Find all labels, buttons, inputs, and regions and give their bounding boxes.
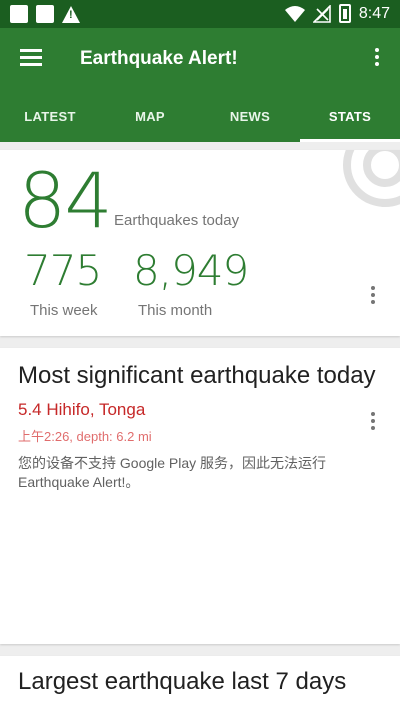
quake-more-icon[interactable] xyxy=(368,412,378,434)
largest-card: Largest earthquake last 7 days xyxy=(0,656,400,711)
play-services-notice: 您的设备不支持 Google Play 服务，因此无法运行 Earthquake… xyxy=(18,455,327,490)
battery-icon xyxy=(338,4,351,23)
status-bar: 8:47 xyxy=(0,0,400,28)
tab-bar: LATEST MAP NEWS STATS xyxy=(0,90,400,142)
status-time: 8:47 xyxy=(358,4,390,22)
tab-map[interactable]: MAP xyxy=(100,90,200,142)
wifi-icon xyxy=(284,5,305,22)
today-label: Earthquakes today xyxy=(114,212,240,229)
stats-more-icon[interactable] xyxy=(368,286,378,308)
today-count: 84 xyxy=(18,156,113,245)
warning-icon xyxy=(62,5,80,23)
tab-news[interactable]: NEWS xyxy=(200,90,300,142)
status-right: 8:47 xyxy=(284,4,390,23)
significant-title: Most significant earthquake today xyxy=(18,362,376,389)
more-vert-icon[interactable] xyxy=(372,48,382,70)
week-label: This week xyxy=(30,302,98,319)
month-count: 8,949 xyxy=(133,246,249,295)
largest-title: Largest earthquake last 7 days xyxy=(18,668,347,695)
tab-latest[interactable]: LATEST xyxy=(0,90,100,142)
quake-location[interactable]: 5.4 Hihifo, Tonga xyxy=(18,400,145,420)
menu-icon[interactable] xyxy=(20,49,42,67)
tab-stats[interactable]: STATS xyxy=(300,90,400,142)
month-label: This month xyxy=(138,302,213,319)
app-title: Earthquake Alert! xyxy=(80,48,238,69)
stats-card: 84 Earthquakes today 775 This week 8,949… xyxy=(0,150,400,336)
status-left xyxy=(10,5,80,23)
notification-icon xyxy=(36,5,54,23)
significant-card: Most significant earthquake today 5.4 Hi… xyxy=(0,348,400,644)
signal-icon xyxy=(312,4,331,23)
quake-meta: 上午2:26, depth: 6.2 mi xyxy=(18,429,152,444)
notification-icon xyxy=(10,5,28,23)
week-count: 775 xyxy=(24,246,102,295)
app-bar: Earthquake Alert! xyxy=(0,28,400,90)
radar-icon xyxy=(343,150,400,207)
